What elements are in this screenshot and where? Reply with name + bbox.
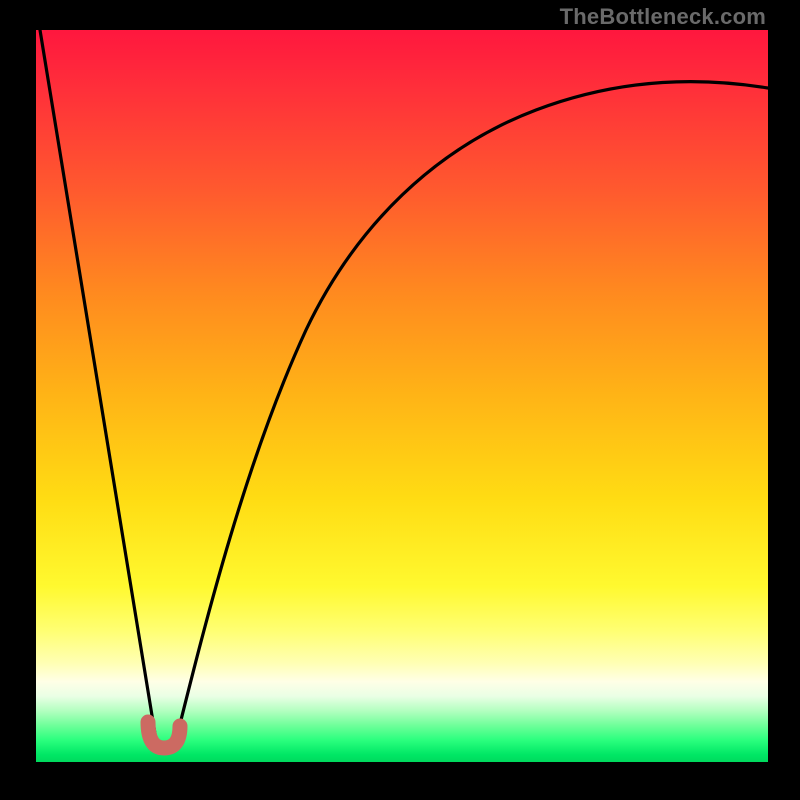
- right-branch-line: [178, 82, 768, 732]
- curve-layer: [36, 30, 768, 762]
- chart-frame: TheBottleneck.com: [0, 0, 800, 800]
- left-branch-line: [40, 30, 156, 740]
- minimum-marker: [148, 722, 180, 748]
- watermark-text: TheBottleneck.com: [560, 4, 766, 30]
- plot-area: [36, 30, 768, 762]
